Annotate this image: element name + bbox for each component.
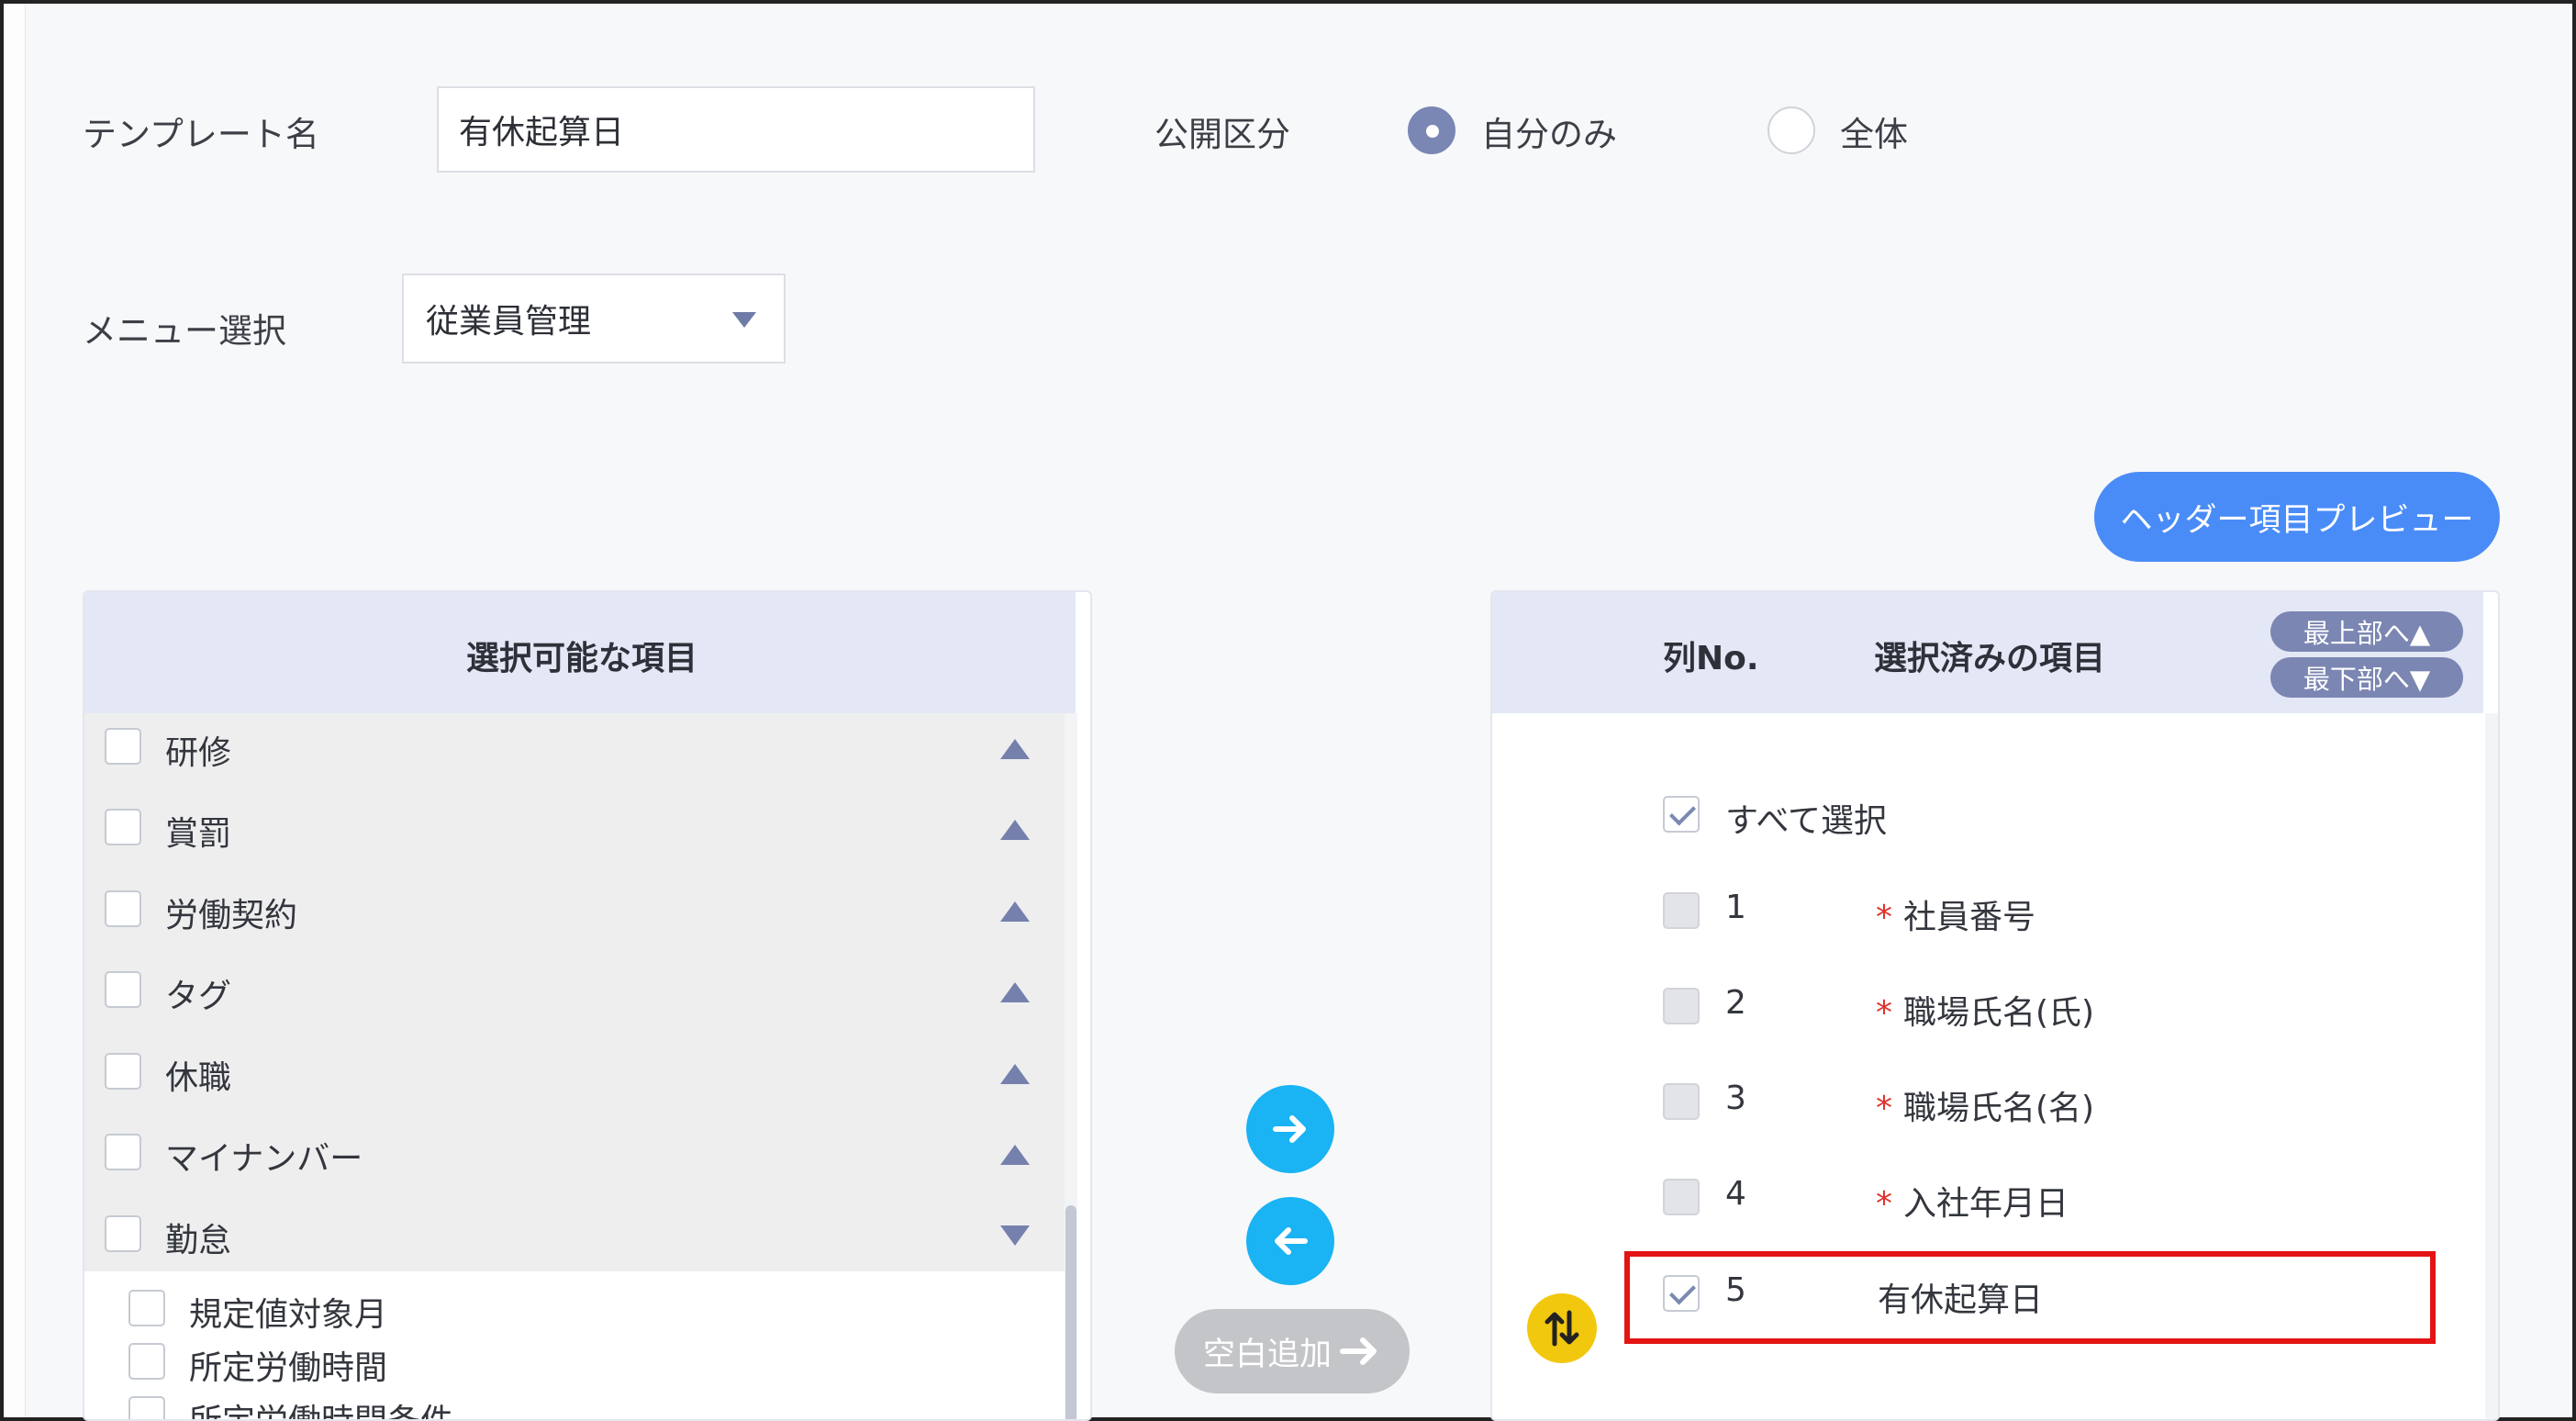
selected-items-header: 選択済みの項目 — [1874, 640, 2106, 677]
menu-select-value: 従業員管理 — [426, 303, 592, 341]
expand-toggle-icon[interactable] — [1000, 982, 1030, 1002]
scrollbar-thumb[interactable] — [1065, 1205, 1076, 1419]
move-left-button[interactable] — [1246, 1197, 1334, 1285]
radio-self-only-label: 自分のみ — [1481, 115, 1617, 154]
row-checkbox[interactable] — [1663, 1275, 1700, 1312]
template-name-label: テンプレート名 — [83, 115, 319, 154]
row-checkbox — [1663, 988, 1700, 1024]
header-preview-button[interactable]: ヘッダー項目プレビュー — [2094, 472, 2500, 562]
add-blank-label: 空白追加 — [1202, 1336, 1332, 1373]
group-checkbox-rodokeiyaku[interactable] — [105, 890, 141, 927]
expand-toggle-icon[interactable] — [1000, 1064, 1030, 1084]
visibility-label: 公開区分 — [1154, 115, 1290, 154]
row-number: 1 — [1725, 889, 1746, 926]
col-no-header: 列No. — [1663, 640, 1759, 677]
scrollbar-track[interactable] — [2485, 713, 2498, 1419]
left-edge — [4, 4, 26, 1417]
row-label: * 社員番号 — [1876, 899, 2036, 936]
radio-all-label: 全体 — [1840, 115, 1908, 154]
sub-item-label: 所定労働時間 — [189, 1349, 388, 1387]
add-blank-button[interactable]: 空白追加 — [1175, 1309, 1410, 1393]
collapse-toggle-icon[interactable] — [1000, 1225, 1030, 1246]
chevron-down-icon — [732, 312, 756, 328]
template-name-input[interactable]: 有休起算日 — [437, 86, 1035, 173]
available-panel-header: 選択可能な項目 — [84, 592, 1076, 713]
available-items-panel: 選択可能な項目 研修 賞罰 労働契約 タグ 休職 マイナンバー 勤怠 規定値対象… — [83, 590, 1092, 1421]
group-label-tag: タグ — [165, 978, 232, 1015]
required-mark: * — [1876, 994, 1892, 1032]
row-number: 3 — [1725, 1080, 1746, 1117]
sub-item-label: 規定値対象月 — [189, 1296, 388, 1334]
selected-panel-header: 列No. 選択済みの項目 最上部へ▲ 最下部へ▼ — [1492, 592, 2483, 713]
expand-toggle-icon[interactable] — [1000, 739, 1030, 759]
row-label: * 職場氏名(氏) — [1876, 994, 2095, 1032]
group-label-kintai: 勤怠 — [165, 1222, 232, 1259]
menu-select[interactable]: 従業員管理 — [402, 274, 786, 364]
arrow-right-icon — [1273, 1115, 1306, 1143]
row-number: 2 — [1725, 984, 1746, 1022]
required-mark: * — [1876, 1090, 1892, 1127]
menu-label: メニュー選択 — [83, 311, 286, 351]
row-checkbox — [1663, 1083, 1700, 1120]
group-label-rodokeiyaku: 労働契約 — [165, 897, 298, 934]
group-checkbox-kintai[interactable] — [105, 1215, 141, 1252]
arrow-right-icon — [1340, 1337, 1377, 1365]
select-all-label: すべて選択 — [1725, 802, 1888, 840]
group-checkbox-kenshu[interactable] — [105, 728, 141, 765]
required-mark: * — [1876, 1185, 1892, 1223]
radio-all[interactable] — [1768, 106, 1815, 154]
move-right-button[interactable] — [1246, 1085, 1334, 1173]
available-panel-title: 選択可能な項目 — [466, 640, 698, 677]
expand-toggle-icon[interactable] — [1000, 901, 1030, 922]
expand-toggle-icon[interactable] — [1000, 1145, 1030, 1165]
arrow-left-icon — [1275, 1227, 1308, 1255]
row-label: * 職場氏名(名) — [1876, 1090, 2095, 1127]
group-label-shobatsu: 賞罰 — [165, 815, 232, 853]
sub-item-checkbox[interactable] — [128, 1343, 165, 1380]
row-checkbox — [1663, 1179, 1700, 1215]
radio-self-only[interactable] — [1408, 106, 1455, 154]
sub-item-checkbox[interactable] — [128, 1396, 165, 1419]
row-number: 4 — [1725, 1175, 1746, 1213]
group-label-kyushoku: 休職 — [165, 1059, 232, 1097]
group-label-kenshu: 研修 — [165, 734, 232, 772]
row-checkbox — [1663, 892, 1700, 929]
sub-item-checkbox[interactable] — [128, 1290, 165, 1326]
expand-toggle-icon[interactable] — [1000, 820, 1030, 840]
selected-items-panel: 列No. 選択済みの項目 最上部へ▲ 最下部へ▼ すべて選択 1 * 社員番号 2… — [1490, 590, 2500, 1421]
move-to-top-button[interactable]: 最上部へ▲ — [2270, 611, 2463, 652]
group-checkbox-kyushoku[interactable] — [105, 1053, 141, 1090]
group-checkbox-shobatsu[interactable] — [105, 809, 141, 845]
row-label: 有休起算日 — [1878, 1281, 2044, 1319]
drag-handle-icon[interactable] — [1527, 1293, 1597, 1363]
group-label-mynumber: マイナンバー — [165, 1140, 363, 1178]
row-number: 5 — [1725, 1271, 1746, 1309]
sort-arrows-icon — [1544, 1310, 1579, 1347]
group-checkbox-mynumber[interactable] — [105, 1134, 141, 1170]
select-all-checkbox[interactable] — [1663, 796, 1700, 833]
row-label: * 入社年月日 — [1876, 1185, 2069, 1223]
required-mark: * — [1876, 899, 1892, 936]
move-to-bottom-button[interactable]: 最下部へ▼ — [2270, 657, 2463, 698]
group-checkbox-tag[interactable] — [105, 971, 141, 1008]
sub-item-label: 所定労働時間条件 — [189, 1394, 453, 1419]
group-list — [84, 713, 1077, 1271]
